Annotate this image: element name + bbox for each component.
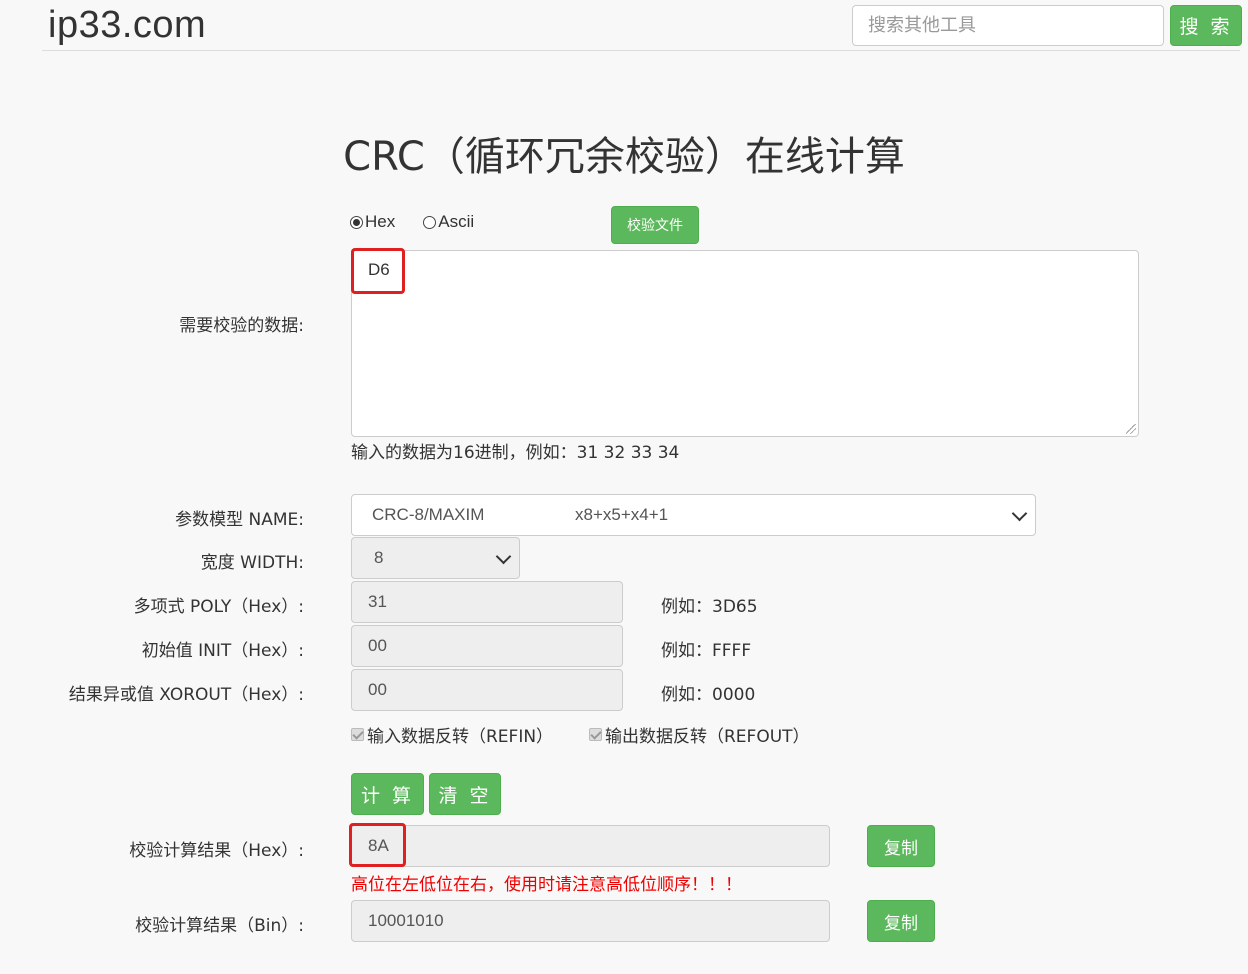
- refin-label: 输入数据反转（REFIN）: [367, 727, 554, 747]
- chevron-down-icon: [495, 548, 512, 565]
- refin-option[interactable]: 输入数据反转（REFIN）: [351, 722, 553, 747]
- order-warning: 高位在左低位在右，使用时请注意高低位顺序！！！: [351, 875, 742, 895]
- data-input-label: 需要校验的数据:: [179, 316, 304, 336]
- result-bin-value: 10001010: [368, 911, 444, 930]
- init-label: 初始值 INIT（Hex）:: [141, 641, 304, 661]
- page-title: CRC（循环冗余校验）在线计算: [343, 134, 905, 180]
- model-poly: x8+x5+x4+1: [575, 505, 669, 524]
- calculate-button[interactable]: 计 算: [351, 773, 424, 815]
- data-input-hint: 输入的数据为16进制，例如：31 32 33 34: [351, 443, 680, 463]
- model-label: 参数模型 NAME:: [175, 510, 304, 530]
- poly-value: 31: [368, 592, 387, 611]
- width-value: 8: [374, 548, 384, 567]
- result-hex-label: 校验计算结果（Hex）:: [129, 841, 304, 861]
- init-value: 00: [368, 636, 387, 655]
- poly-label: 多项式 POLY（Hex）:: [133, 597, 304, 617]
- xorout-field[interactable]: 00: [351, 669, 623, 711]
- result-bin-field[interactable]: 10001010: [351, 900, 830, 942]
- result-bin-label: 校验计算结果（Bin）:: [135, 916, 304, 936]
- xorout-example: 例如：0000: [661, 685, 756, 705]
- width-select[interactable]: 8: [351, 537, 520, 579]
- site-logo[interactable]: ip33.com: [48, 4, 206, 47]
- resize-handle-icon[interactable]: [1126, 424, 1136, 434]
- data-highlight-box: [351, 248, 405, 294]
- hex-radio-label[interactable]: Hex: [365, 212, 395, 232]
- refin-checkbox[interactable]: [351, 728, 364, 741]
- hex-radio[interactable]: [350, 215, 363, 229]
- ascii-radio-label[interactable]: Ascii: [438, 212, 474, 232]
- input-mode-group: Hex Ascii: [350, 212, 474, 232]
- check-file-button[interactable]: 校验文件: [611, 206, 699, 244]
- init-example: 例如：FFFF: [661, 641, 752, 661]
- chevron-down-icon: [1011, 505, 1028, 522]
- refout-checkbox[interactable]: [589, 728, 602, 741]
- search-button[interactable]: 搜 索: [1170, 5, 1242, 46]
- refout-label: 输出数据反转（REFOUT）: [605, 727, 810, 747]
- model-select[interactable]: CRC-8/MAXIM x8+x5+x4+1: [351, 494, 1036, 536]
- model-name: CRC-8/MAXIM: [372, 505, 485, 524]
- xorout-value: 00: [368, 680, 387, 699]
- clear-button[interactable]: 清 空: [429, 773, 501, 815]
- refout-option[interactable]: 输出数据反转（REFOUT）: [589, 722, 810, 747]
- ascii-radio[interactable]: [423, 215, 437, 229]
- copy-bin-button[interactable]: 复制: [867, 900, 935, 942]
- copy-hex-button[interactable]: 复制: [867, 825, 935, 867]
- poly-field[interactable]: 31: [351, 581, 623, 623]
- header-divider: [42, 50, 1240, 51]
- result-highlight-box: [349, 823, 406, 867]
- init-field[interactable]: 00: [351, 625, 623, 667]
- xorout-label: 结果异或值 XOROUT（Hex）:: [68, 685, 304, 705]
- result-hex-field[interactable]: 8A: [351, 825, 830, 867]
- width-label: 宽度 WIDTH:: [200, 553, 304, 573]
- poly-example: 例如：3D65: [661, 597, 758, 617]
- data-input-textarea[interactable]: D6: [351, 250, 1139, 437]
- search-input[interactable]: [852, 5, 1164, 46]
